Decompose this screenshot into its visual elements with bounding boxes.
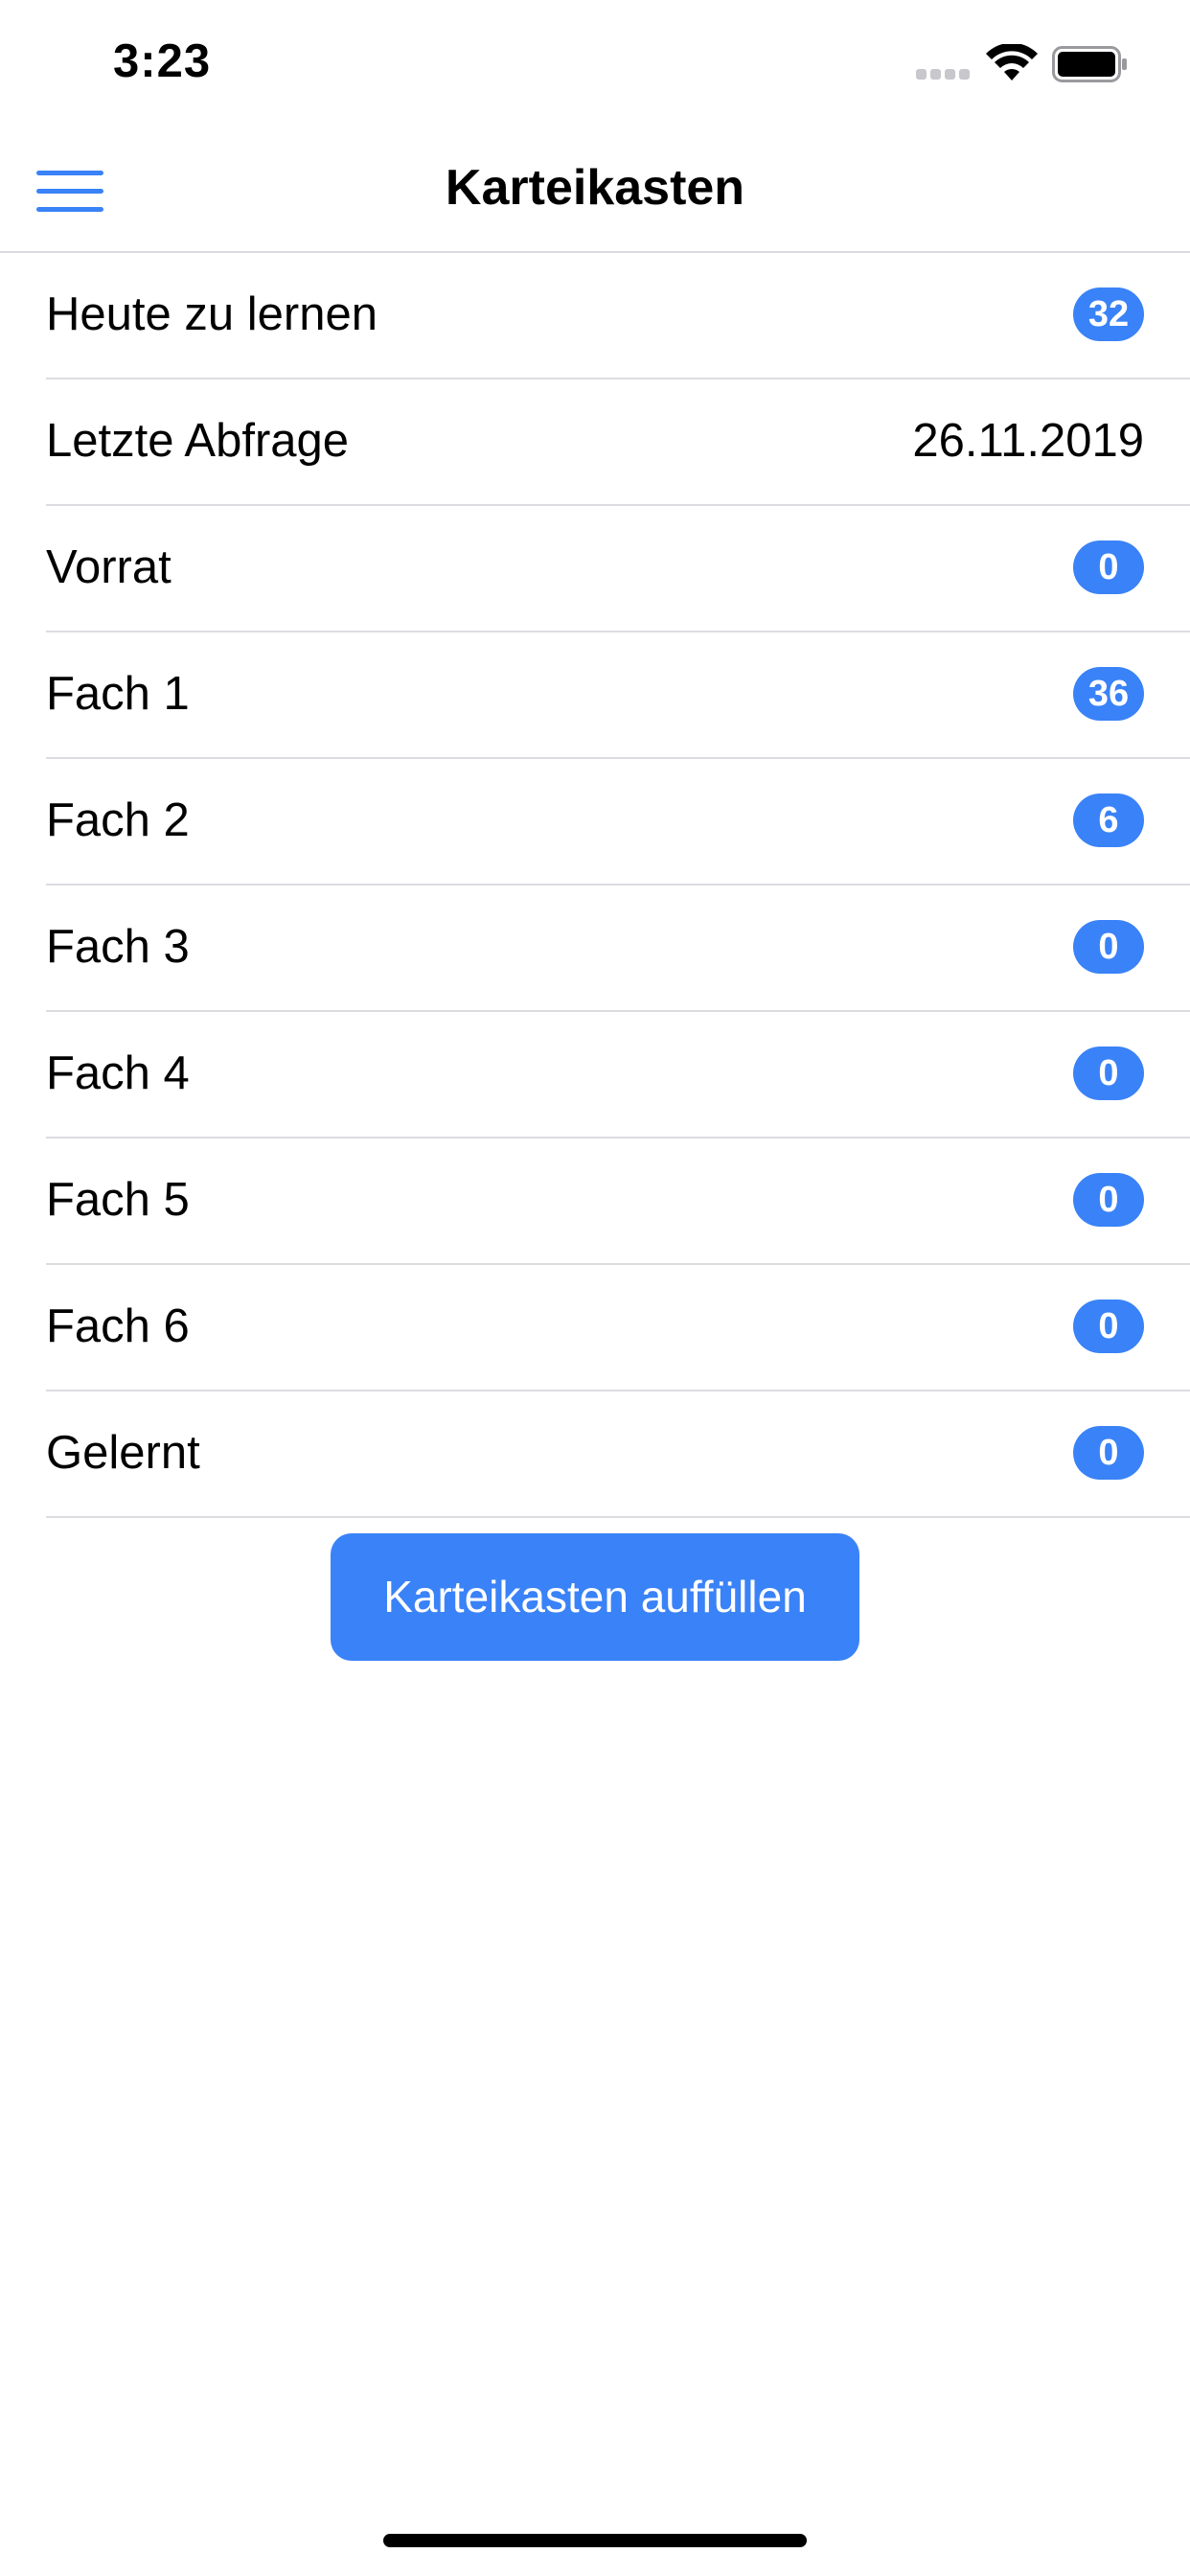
list-item-fach-4[interactable]: Fach 4 0 bbox=[46, 1012, 1190, 1138]
deck-stats-list: Heute zu lernen 32 Letzte Abfrage 26.11.… bbox=[0, 253, 1190, 1518]
list-item-label: Fach 3 bbox=[46, 921, 190, 973]
list-item-vorrat[interactable]: Vorrat 0 bbox=[46, 506, 1190, 632]
list-item-fach-5[interactable]: Fach 5 0 bbox=[46, 1138, 1190, 1265]
count-badge: 6 bbox=[1073, 794, 1144, 847]
signal-icon bbox=[916, 69, 970, 80]
list-item-gelernt[interactable]: Gelernt 0 bbox=[46, 1392, 1190, 1518]
count-badge: 0 bbox=[1073, 1300, 1144, 1353]
list-item-label: Heute zu lernen bbox=[46, 288, 378, 340]
battery-icon bbox=[1052, 46, 1127, 82]
count-badge: 0 bbox=[1073, 1426, 1144, 1480]
wifi-icon bbox=[986, 44, 1038, 80]
count-badge: 36 bbox=[1073, 667, 1144, 721]
list-item-fach-2[interactable]: Fach 2 6 bbox=[46, 759, 1190, 886]
list-item-label: Fach 1 bbox=[46, 668, 190, 720]
list-item-label: Fach 5 bbox=[46, 1174, 190, 1226]
status-bar: 3:23 bbox=[0, 0, 1190, 126]
count-badge: 0 bbox=[1073, 540, 1144, 594]
navigation-bar: Karteikasten bbox=[0, 126, 1190, 253]
list-item-label: Vorrat bbox=[46, 541, 172, 593]
list-item-label: Fach 6 bbox=[46, 1300, 190, 1352]
fill-deck-button[interactable]: Karteikasten auffüllen bbox=[331, 1533, 859, 1661]
list-item-label: Fach 4 bbox=[46, 1047, 190, 1099]
list-item-fach-6[interactable]: Fach 6 0 bbox=[46, 1265, 1190, 1392]
list-item-heute-zu-lernen[interactable]: Heute zu lernen 32 bbox=[46, 253, 1190, 380]
list-item-fach-3[interactable]: Fach 3 0 bbox=[46, 886, 1190, 1012]
count-badge: 0 bbox=[1073, 1173, 1144, 1227]
list-item-label: Fach 2 bbox=[46, 794, 190, 846]
status-time: 3:23 bbox=[113, 35, 212, 87]
list-item-label: Gelernt bbox=[46, 1427, 200, 1479]
home-indicator[interactable] bbox=[383, 2534, 807, 2547]
page-title: Karteikasten bbox=[445, 160, 745, 216]
list-item-label: Letzte Abfrage bbox=[46, 415, 350, 467]
list-item-fach-1[interactable]: Fach 1 36 bbox=[46, 632, 1190, 759]
count-badge: 32 bbox=[1073, 288, 1144, 341]
list-item-letzte-abfrage[interactable]: Letzte Abfrage 26.11.2019 bbox=[46, 380, 1190, 506]
count-badge: 0 bbox=[1073, 1046, 1144, 1100]
count-badge: 0 bbox=[1073, 920, 1144, 974]
last-review-date: 26.11.2019 bbox=[912, 415, 1144, 467]
